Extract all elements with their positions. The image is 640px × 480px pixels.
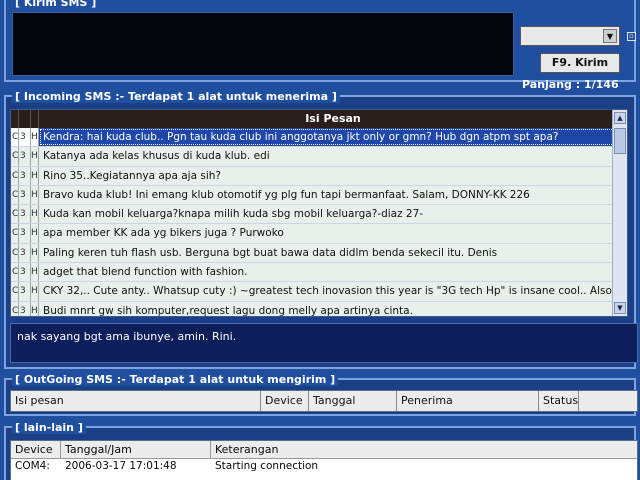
inbox-cell-3: H	[31, 224, 39, 243]
small-square-button[interactable]: ▫	[627, 32, 636, 41]
inbox-cell-2: 3	[19, 166, 31, 185]
send-sms-panel: [ Kirim SMS ] ▼ ▫ F9. Kirim Panjang : 1/…	[4, 0, 636, 91]
inbox-cell-2: 3	[19, 282, 31, 301]
inbox-scrollbar[interactable]: ▲ ▼	[612, 110, 627, 316]
inbox-row[interactable]: C 3 H Kuda kan mobil keluarga?knapa milih k…	[11, 205, 627, 225]
inbox-row[interactable]: C 3 Hapa member KK ada yg bikers juga ? Pu…	[11, 224, 627, 244]
inbox-cell-1: C	[11, 301, 19, 316]
log-rows: COM4: 2006-03-17 17:01:48 Starting connect…	[11, 459, 637, 473]
log-col-keterangan[interactable]: Keterangan	[211, 441, 637, 458]
inbox-message: Bravo kuda klub! Ini emang klub otomotif…	[43, 188, 530, 201]
log-table: Device Tanggal/Jam Keterangan COM4: 2006-…	[10, 440, 638, 480]
misc-log-panel: [ lain-lain ] Device Tanggal/Jam Keteran…	[4, 421, 638, 480]
incoming-sms-title: [ Incoming SMS :- Terdapat 1 alat untuk …	[12, 90, 340, 103]
message-preview: nak sayang bgt ama ibunye, amin. Rini.	[10, 323, 638, 363]
inbox-header: Isi Pesan	[11, 110, 627, 128]
inbox-cell-3: H	[31, 166, 39, 185]
inbox-cell-2: 3	[19, 147, 31, 166]
misc-log-title: [ lain-lain ]	[12, 421, 86, 434]
inbox-row[interactable]: C 3 H Rino 35..Kegiatannya apa aja sih?	[11, 166, 627, 186]
log-row[interactable]: COM4: 2006-03-17 17:01:48 Starting connect…	[11, 459, 637, 473]
inbox-cell-2: 3	[19, 301, 31, 316]
inbox-row[interactable]: C 3 Hadget that blend function with fashio…	[11, 263, 627, 283]
scroll-up-icon[interactable]: ▲	[614, 112, 626, 124]
inbox-row[interactable]: C 3 H CKY 32,.. Cute anty.. Whatsup cuty :)…	[11, 282, 627, 302]
inbox-message: Kuda kan mobil keluarga?knapa milih kuda…	[43, 208, 424, 221]
inbox-cell-1: C	[11, 282, 19, 301]
inbox-table: Isi Pesan C 3 H Kendra: hai kuda club.. Pgn…	[10, 109, 628, 317]
outgoing-sms-title: [ OutGoing SMS :- Terdapat 1 alat untuk …	[12, 373, 339, 386]
inbox-cell-1: C	[11, 205, 19, 224]
outbox-col-penerima[interactable]: Penerima	[397, 391, 539, 411]
inbox-cell-2: 3	[19, 224, 31, 243]
outbox-col-tanggal[interactable]: Tanggal	[309, 391, 397, 411]
inbox-cell-3: H	[31, 185, 39, 205]
outgoing-sms-panel: [ OutGoing SMS :- Terdapat 1 alat untuk …	[4, 373, 638, 416]
inbox-row[interactable]: C 3 H Bravo kuda klub! Ini emang klub otomo…	[11, 185, 627, 206]
inbox-cell-2: 3	[19, 243, 31, 263]
inbox-message: apa member KK ada yg bikers juga ? Purwo…	[43, 227, 284, 240]
length-counter: Panjang : 1/146	[522, 78, 619, 91]
inbox-rows: C 3 H Kendra: hai kuda club.. Pgn tau kuda …	[11, 128, 627, 317]
send-button[interactable]: F9. Kirim	[540, 53, 620, 73]
inbox-cell-3: H	[31, 147, 39, 166]
inbox-cell-1: C	[11, 166, 19, 185]
inbox-cell-1: C	[11, 147, 19, 166]
inbox-cell-3: H	[31, 263, 39, 282]
inbox-cell-3: H	[31, 282, 39, 301]
inbox-cell-2: 3	[19, 128, 31, 147]
inbox-row[interactable]: C 3 H Kendra: hai kuda club.. Pgn tau kuda …	[11, 128, 627, 148]
header-col-2[interactable]	[19, 110, 31, 128]
destination-select[interactable]: ▼	[520, 26, 620, 46]
incoming-sms-panel: [ Incoming SMS :- Terdapat 1 alat untuk …	[4, 90, 638, 369]
inbox-message: Katanya ada kelas khusus di kuda klub. e…	[43, 150, 270, 163]
inbox-message: CKY 32,.. Cute anty.. Whatsup cuty :) ~g…	[43, 285, 627, 298]
inbox-cell-1: C	[11, 243, 19, 263]
header-col-3[interactable]	[31, 110, 39, 128]
send-sms-title: [ Kirim SMS ]	[12, 0, 100, 9]
log-keterangan: Starting connection	[215, 460, 319, 472]
inbox-message: Paling keren tuh flash usb. Berguna bgt …	[43, 246, 498, 259]
inbox-message: Rino 35..Kegiatannya apa aja sih?	[43, 169, 221, 182]
inbox-message: adget that blend function with fashion.	[43, 266, 248, 279]
log-col-device[interactable]: Device	[11, 441, 61, 458]
inbox-row[interactable]: C 3 H Paling keren tuh flash usb. Berguna b…	[11, 243, 627, 264]
log-device: COM4:	[15, 460, 50, 472]
inbox-cell-2: 3	[19, 263, 31, 282]
inbox-cell-2: 3	[19, 205, 31, 224]
inbox-message: Budi mnrt gw sih komputer,request lagu d…	[43, 304, 413, 317]
inbox-message: Kendra: hai kuda club.. Pgn tau kuda clu…	[39, 128, 627, 147]
chevron-down-icon[interactable]: ▼	[603, 29, 617, 43]
inbox-cell-3: H	[31, 301, 39, 316]
outbox-col-status[interactable]: Status	[539, 391, 579, 411]
inbox-cell-3: H	[31, 128, 39, 147]
scroll-thumb[interactable]	[614, 128, 626, 154]
inbox-cell-1: C	[11, 185, 19, 205]
header-col-1[interactable]	[11, 110, 19, 128]
inbox-cell-2: 3	[19, 185, 31, 205]
scroll-down-icon[interactable]: ▼	[614, 302, 626, 314]
log-header: Device Tanggal/Jam Keterangan	[11, 441, 637, 459]
inbox-cell-1: C	[11, 128, 19, 147]
outbox-col-filler	[579, 391, 637, 411]
outbox-col-isi-pesan[interactable]: Isi pesan	[11, 391, 261, 411]
inbox-row[interactable]: C 3 H Katanya ada kelas khusus di kuda klub…	[11, 147, 627, 167]
inbox-row[interactable]: C 3 H Budi mnrt gw sih komputer,request lag…	[11, 301, 627, 317]
inbox-cell-3: H	[31, 205, 39, 224]
header-isi-pesan[interactable]: Isi Pesan	[39, 110, 627, 128]
sms-message-input[interactable]	[12, 12, 514, 76]
outbox-col-device[interactable]: Device	[261, 391, 309, 411]
inbox-cell-1: C	[11, 263, 19, 282]
log-time: 2006-03-17 17:01:48	[65, 460, 177, 472]
log-col-tanggal-jam[interactable]: Tanggal/Jam	[61, 441, 211, 458]
outbox-table-header: Isi pesan Device Tanggal Penerima Status	[10, 390, 638, 412]
inbox-cell-1: C	[11, 224, 19, 243]
inbox-cell-3: H	[31, 243, 39, 263]
